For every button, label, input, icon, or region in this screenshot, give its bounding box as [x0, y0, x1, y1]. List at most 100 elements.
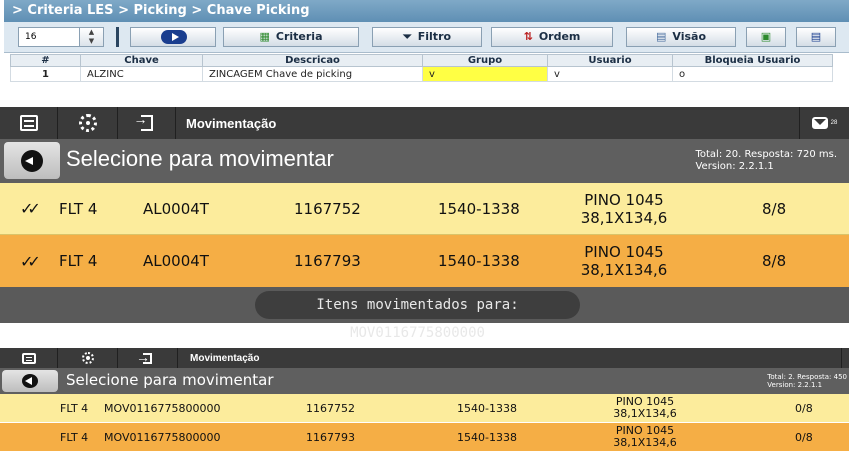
row-code: MOV0116775800000: [104, 430, 221, 444]
col-header-bloqueia[interactable]: Bloqueia Usuario: [672, 54, 833, 67]
row-location: FLT 4: [60, 430, 89, 444]
col-header-descricao[interactable]: Descricao: [202, 54, 423, 67]
cell-grupo[interactable]: v: [422, 66, 548, 82]
row-description-line2: 38,1X134,6: [580, 261, 668, 279]
table-row[interactable]: 1 ALZINC ZINCAGEM Chave de picking v v o: [10, 66, 833, 82]
col-header-chave[interactable]: Chave: [80, 54, 203, 67]
row-id: 1167752: [306, 401, 355, 415]
info-version: Version: 2.2.1.1: [695, 160, 774, 172]
exit-button[interactable]: [118, 348, 178, 368]
row-location: FLT 4: [59, 199, 98, 218]
row-id: 1167752: [294, 199, 361, 218]
exit-icon: [136, 349, 152, 365]
back-button[interactable]: #p3 .bc::after{left:3px;margin-top:-4px;…: [2, 370, 58, 392]
double-check-icon: ✓✓: [20, 251, 41, 271]
row-ref: 1540-1338: [457, 401, 517, 415]
double-check-icon: ✓✓: [20, 199, 41, 218]
export-button[interactable]: ▣: [746, 27, 786, 47]
row-description: PINO 1045 38,1X134,6: [600, 394, 690, 422]
criteria-panel: > Criteria LES > Picking > Chave Picking…: [4, 0, 849, 83]
list-item[interactable]: ✓✓ FLT 4 AL0004T 1167793 1540-1338 PINO …: [0, 235, 849, 287]
cell-descricao: ZINCAGEM Chave de picking: [202, 66, 423, 82]
page-title: Selecione para movimentar: [66, 371, 274, 389]
app-topbar: Movimentação: [0, 348, 849, 368]
mail-icon: [811, 117, 828, 129]
info-version: Version: 2.2.1.1: [767, 381, 823, 390]
row-ref: 1540-1338: [457, 430, 517, 444]
exit-button[interactable]: [118, 107, 176, 139]
row-description-line2: 38,1X134,6: [580, 208, 668, 227]
criteria-button-label: Criteria: [275, 30, 323, 43]
page-title: Selecione para movimentar: [66, 146, 334, 171]
col-header-num[interactable]: #: [10, 54, 81, 67]
criteria-button[interactable]: ▦ Criteria: [223, 27, 359, 47]
mail-badge: 28: [830, 120, 838, 126]
row-code: MOV0116775800000: [104, 401, 221, 415]
spinner-arrows-icon[interactable]: ▲ ▼: [79, 28, 103, 46]
cell-usuario[interactable]: v: [547, 66, 673, 82]
app-topbar: Movimentação 28: [0, 107, 849, 139]
list-icon: [21, 352, 36, 364]
cell-chave: ALZINC: [80, 66, 203, 82]
row-ref: 1540-1338: [438, 199, 520, 218]
row-ref: 1540-1338: [438, 252, 520, 270]
movimentacao-small-panel: Movimentação #p3 .bc::after{left:3px;mar…: [0, 348, 849, 451]
ordem-button-label: Ordem: [538, 30, 581, 43]
list-item[interactable]: FLT 4 MOV0116775800000 1167752 1540-1338…: [0, 394, 849, 422]
exit-icon: [134, 111, 153, 131]
settings-button[interactable]: [58, 107, 118, 139]
header-bar: #p2 .bc::after{left:4px;margin-top:-4px;…: [0, 139, 849, 183]
ordem-button[interactable]: ⇅ Ordem: [491, 27, 613, 47]
movimentacao-large-panel: Movimentação 28 #p2 .bc::after{left:4px;…: [0, 107, 849, 341]
header-bar: #p3 .bc::after{left:3px;margin-top:-4px;…: [0, 368, 849, 394]
list-item[interactable]: ✓✓ FLT 4 AL0004T 1167752 1540-1338 PINO …: [0, 183, 849, 235]
row-description: PINO 1045 38,1X134,6: [572, 183, 676, 234]
response-info: Total: 2. Resposta: 450 Version: 2.2.1.1: [767, 373, 847, 389]
menu-button[interactable]: [0, 348, 58, 368]
app-title: Movimentação: [190, 352, 260, 364]
row-qty: 8/8: [762, 199, 787, 218]
gear-icon: [81, 352, 94, 364]
filtro-button[interactable]: ⏷ Filtro: [372, 27, 482, 47]
list-item[interactable]: FLT 4 MOV0116775800000 1167793 1540-1338…: [0, 423, 849, 451]
back-arrow-icon: #p2 .bc::after{left:4px;margin-top:-4px;…: [21, 149, 43, 172]
row-id: 1167793: [306, 430, 355, 444]
visao-button-label: Visão: [672, 30, 707, 43]
settings-button[interactable]: [58, 348, 118, 368]
row-description-line2: 38,1X134,6: [613, 436, 677, 449]
row-qty: 0/8: [795, 430, 813, 444]
breadcrumb: > Criteria LES > Picking > Chave Picking: [4, 0, 849, 22]
save-button[interactable]: ▤: [796, 27, 836, 47]
menu-button[interactable]: [0, 107, 58, 139]
grid-icon: ▦: [259, 30, 270, 43]
row-location: FLT 4: [59, 252, 98, 270]
info-total: Total: 20. Resposta: 720 ms.: [695, 149, 837, 160]
toolbar: 16 ▲ ▼ ▦ Criteria ⏷ Filtro ⇅ Ordem ▤ Visão ▣ …: [4, 22, 849, 53]
visao-button[interactable]: ▤ Visão: [626, 27, 736, 47]
row-location: FLT 4: [60, 401, 89, 415]
list-icon: [19, 115, 38, 131]
mail-button[interactable]: [841, 348, 849, 368]
response-info: Total: 20. Resposta: 720 ms. Version: 2.…: [695, 149, 837, 172]
toast-message: Itens movimentados para: MOV011677580000…: [255, 291, 580, 341]
mail-button[interactable]: 28: [799, 107, 849, 139]
filtro-button-label: Filtro: [417, 30, 452, 43]
footer-bar: Itens movimentados para: MOV011677580000…: [0, 287, 849, 341]
play-icon: [161, 30, 187, 44]
run-button[interactable]: [130, 27, 216, 47]
row-code: AL0004T: [143, 199, 209, 218]
row-qty: 8/8: [762, 252, 787, 270]
back-button[interactable]: #p2 .bc::after{left:4px;margin-top:-4px;…: [4, 142, 60, 179]
save-icon: ▤: [810, 30, 822, 43]
export-icon: ▣: [760, 30, 772, 43]
row-qty: 0/8: [795, 401, 813, 415]
criteria-table: # Chave Descricao Grupo Usuario Bloqueia…: [10, 54, 833, 82]
rows-spinner[interactable]: 16 ▲ ▼: [18, 27, 104, 47]
row-description: PINO 1045 38,1X134,6: [600, 423, 690, 451]
row-description-line1: PINO 1045: [584, 243, 664, 261]
col-header-usuario[interactable]: Usuario: [547, 54, 673, 67]
col-header-grupo[interactable]: Grupo: [422, 54, 548, 67]
row-description: PINO 1045 38,1X134,6: [572, 235, 676, 287]
toolbar-separator: [116, 27, 119, 47]
cell-bloqueia[interactable]: o: [672, 66, 833, 82]
